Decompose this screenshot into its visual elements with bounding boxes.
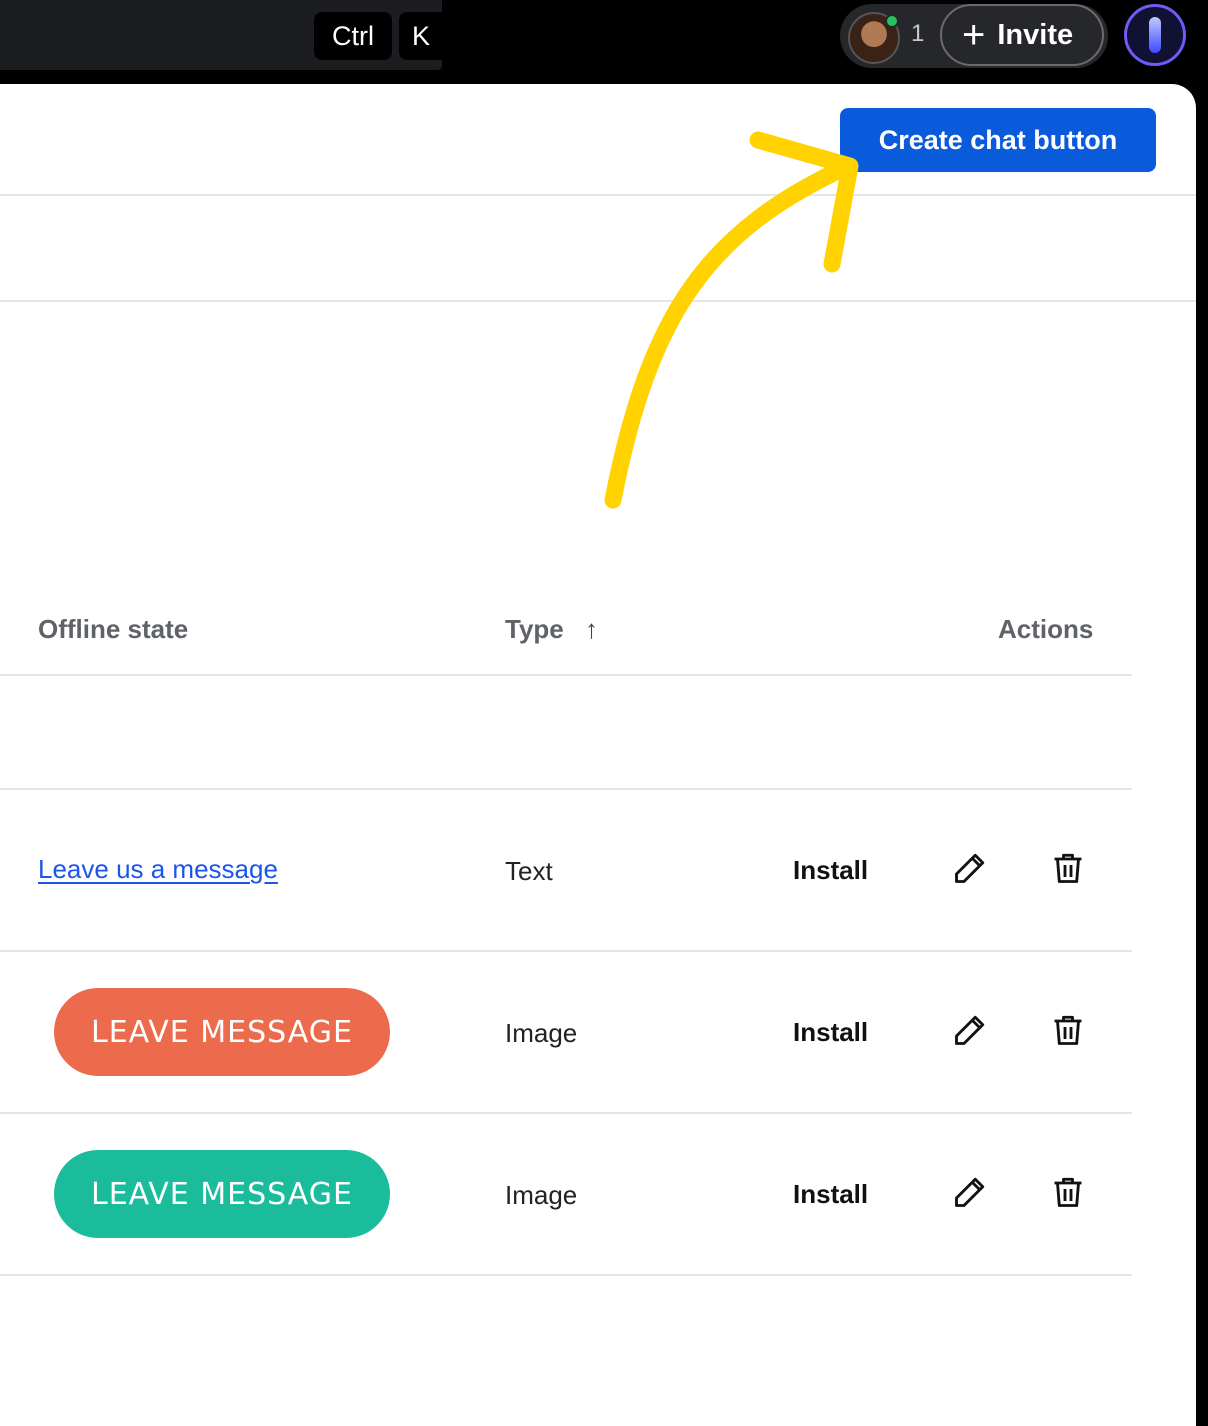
top-bar: Ctrl K 1 + Invite xyxy=(0,0,1208,84)
shortcut-ctrl-key: Ctrl xyxy=(314,12,392,60)
divider xyxy=(0,300,1196,302)
sort-ascending-icon[interactable]: ↑ xyxy=(585,614,598,644)
column-header-type-label: Type xyxy=(505,614,564,644)
trash-icon[interactable] xyxy=(1050,850,1086,886)
install-button[interactable]: Install xyxy=(793,855,868,886)
leave-message-image-button: LEAVE MESSAGE xyxy=(54,988,390,1076)
table-divider xyxy=(0,950,1132,952)
trash-icon[interactable] xyxy=(1050,1174,1086,1210)
search-bar[interactable]: Ctrl K xyxy=(0,0,443,70)
ai-assistant-icon[interactable] xyxy=(1124,4,1186,66)
offline-state-link[interactable]: Leave us a message xyxy=(38,854,278,885)
online-status-indicator xyxy=(885,14,899,28)
type-cell: Image xyxy=(505,1180,578,1210)
type-cell: Image xyxy=(505,1018,578,1048)
install-button[interactable]: Install xyxy=(793,1017,868,1048)
column-header-type[interactable]: Type ↑ xyxy=(505,614,598,645)
shortcut-k-key: K xyxy=(399,12,443,60)
install-button[interactable]: Install xyxy=(793,1179,868,1210)
trash-icon[interactable] xyxy=(1050,1012,1086,1048)
plus-icon: + xyxy=(962,13,986,57)
table-divider xyxy=(0,1274,1132,1276)
pencil-icon[interactable] xyxy=(952,850,988,886)
invite-button[interactable]: + Invite xyxy=(940,4,1104,66)
invite-label: Invite xyxy=(997,18,1074,51)
type-cell: Text xyxy=(505,856,553,886)
divider xyxy=(0,194,1196,196)
table-divider xyxy=(0,1112,1132,1114)
pencil-icon[interactable] xyxy=(952,1012,988,1048)
pencil-icon[interactable] xyxy=(952,1174,988,1210)
column-header-offline-state[interactable]: Offline state xyxy=(38,614,188,645)
main-panel: Create chat button Offline state Type ↑ … xyxy=(0,84,1196,1426)
presence-count: 1 xyxy=(911,20,925,47)
create-chat-button[interactable]: Create chat button xyxy=(840,108,1156,172)
table-divider xyxy=(0,674,1132,676)
column-header-actions: Actions xyxy=(998,614,1094,644)
table-divider xyxy=(0,788,1132,790)
leave-message-image-button: LEAVE MESSAGE xyxy=(54,1150,390,1238)
